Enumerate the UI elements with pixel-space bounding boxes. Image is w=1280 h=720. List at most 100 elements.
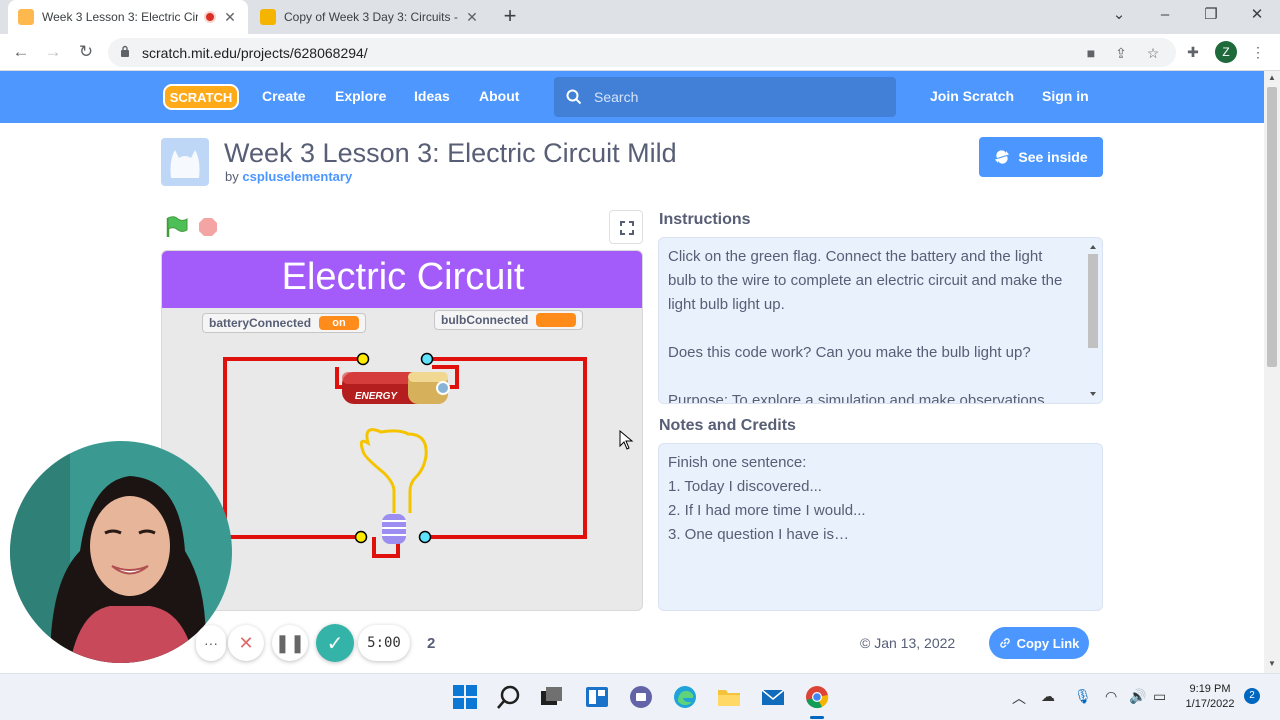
search-icon xyxy=(566,89,582,105)
instructions-heading: Instructions xyxy=(659,211,751,228)
instructions-box[interactable]: Click on the green flag. Connect the bat… xyxy=(658,237,1103,404)
tab-slides-copy[interactable]: Copy of Week 3 Day 3: Circuits - ✕ xyxy=(250,0,490,34)
battery-negative-connector xyxy=(356,352,370,366)
project-title: Week 3 Lesson 3: Electric Circuit Mild xyxy=(224,138,677,168)
project-stage[interactable]: Electric Circuit batteryConnected on bul… xyxy=(161,250,643,611)
url-text: scratch.mit.edu/projects/628068294/ xyxy=(142,45,368,61)
profile-avatar[interactable]: Z xyxy=(1215,41,1237,63)
address-bar[interactable]: scratch.mit.edu/projects/628068294/ ■ ⇪ … xyxy=(108,38,1176,67)
new-tab-button[interactable]: + xyxy=(498,4,522,28)
scratch-logo[interactable]: SCRATCH xyxy=(163,84,239,110)
bulb-right-connector xyxy=(418,530,432,544)
more-dots-icon: ··· xyxy=(204,635,218,651)
tab-title: Week 3 Lesson 3: Electric Circ xyxy=(42,10,198,24)
circuit-drawing: ENERGY xyxy=(223,352,587,558)
link-icon xyxy=(999,638,1010,648)
join-scratch-link[interactable]: Join Scratch xyxy=(930,88,1014,104)
mail-icon[interactable] xyxy=(760,684,786,710)
minimize-button[interactable]: – xyxy=(1142,0,1188,32)
timer-text: 5:00 xyxy=(367,635,401,651)
checkmark-icon: ✓ xyxy=(326,632,344,655)
forward-button[interactable]: → xyxy=(40,39,66,65)
copyright-icon: © xyxy=(860,635,871,651)
green-flag-button[interactable] xyxy=(165,216,189,238)
page-scrollbar[interactable]: ▲ ▼ xyxy=(1264,71,1280,673)
file-explorer-icon[interactable] xyxy=(716,684,742,710)
taskbar-search-icon[interactable] xyxy=(496,684,522,710)
recorder-finish-button[interactable]: ✓ xyxy=(316,624,354,662)
clock-time: 9:19 PM xyxy=(1189,683,1231,695)
scrollbar-thumb[interactable] xyxy=(1267,87,1277,367)
mouse-cursor-icon xyxy=(619,430,634,450)
copy-link-label: Copy Link xyxy=(1016,635,1080,651)
tab-title: Copy of Week 3 Day 3: Circuits - xyxy=(284,10,458,24)
nav-about-link[interactable]: About xyxy=(479,88,519,104)
restore-button[interactable]: ❐ xyxy=(1188,0,1234,32)
task-view-icon[interactable] xyxy=(538,684,564,710)
notes-box: Finish one sentence: 1. Today I discover… xyxy=(658,443,1103,611)
scroll-down-arrow-icon[interactable]: ▼ xyxy=(1264,659,1280,668)
bookmark-star-icon[interactable]: ☆ xyxy=(1144,44,1162,62)
author-link[interactable]: cspluselementary xyxy=(242,169,352,184)
instructions-scrollbar[interactable] xyxy=(1086,240,1100,402)
page-counter: 2 xyxy=(427,635,436,652)
stop-button[interactable] xyxy=(198,217,218,237)
close-window-button[interactable]: ✕ xyxy=(1234,0,1280,32)
back-button[interactable]: ← xyxy=(8,39,34,65)
windows-taskbar: ︿ ☁ 🎙 ◠ 🔊 ▭ 9:19 PM 1/17/2022 2 xyxy=(0,673,1280,720)
edge-browser-icon[interactable] xyxy=(672,684,698,710)
battery-sprite[interactable]: ENERGY xyxy=(342,372,450,404)
reload-button[interactable]: ↻ xyxy=(73,39,99,65)
share-icon[interactable]: ⇪ xyxy=(1112,44,1130,62)
teams-chat-icon[interactable] xyxy=(628,684,654,710)
nav-create-link[interactable]: Create xyxy=(262,88,306,104)
see-inside-label: See inside xyxy=(1018,149,1088,165)
notes-line: 1. Today I discovered... xyxy=(668,478,822,495)
system-clock[interactable]: 9:19 PM 1/17/2022 xyxy=(1180,682,1240,712)
fullscreen-expand-icon xyxy=(620,221,634,235)
search-placeholder: Search xyxy=(594,89,639,105)
tab-scratch-project[interactable]: Week 3 Lesson 3: Electric Circ ✕ xyxy=(8,0,248,34)
battery-label: ENERGY xyxy=(355,391,399,402)
notes-line: 3. One question I have is… xyxy=(668,526,849,543)
by-label: by xyxy=(225,169,239,184)
cloud-sync-icon[interactable]: ☁ xyxy=(1041,688,1055,705)
volume-icon[interactable]: 🔊 xyxy=(1129,688,1146,705)
tab-close-icon[interactable]: ✕ xyxy=(464,9,480,26)
notes-line: Finish one sentence: xyxy=(668,454,807,471)
project-avatar[interactable] xyxy=(161,138,209,186)
chrome-icon[interactable] xyxy=(804,684,830,710)
copy-link-button[interactable]: Copy Link xyxy=(989,627,1089,659)
microphone-icon[interactable]: 🎙 xyxy=(1074,688,1092,705)
browser-menu-icon[interactable]: ⋮ xyxy=(1249,43,1267,61)
recorder-cancel-button[interactable]: ✕ xyxy=(228,625,264,661)
sign-in-link[interactable]: Sign in xyxy=(1042,88,1089,104)
nav-ideas-link[interactable]: Ideas xyxy=(414,88,450,104)
tab-close-icon[interactable]: ✕ xyxy=(222,9,238,26)
scratch-favicon-icon xyxy=(18,9,34,25)
date-text: Jan 13, 2022 xyxy=(874,635,956,651)
extensions-puzzle-icon[interactable]: ✚ xyxy=(1184,43,1202,61)
project-byline: by cspluselementary xyxy=(225,169,352,184)
light-bulb-sprite[interactable] xyxy=(359,428,428,544)
camera-icon[interactable]: ■ xyxy=(1082,44,1100,62)
logo-text: SCRATCH xyxy=(170,90,233,105)
search-input[interactable]: Search xyxy=(554,77,896,117)
cancel-x-icon: ✕ xyxy=(238,632,254,653)
scroll-up-arrow-icon[interactable]: ▲ xyxy=(1264,73,1280,82)
pause-icon: ❚❚ xyxy=(274,632,306,653)
windows-start-icon[interactable] xyxy=(452,684,478,710)
wifi-icon[interactable]: ◠ xyxy=(1105,688,1117,705)
recorder-pause-button[interactable]: ❚❚ xyxy=(272,625,308,661)
tab-search-chevron-icon[interactable]: ⌄ xyxy=(1096,0,1142,32)
recorder-more-button[interactable]: ··· xyxy=(196,625,226,661)
widgets-icon[interactable] xyxy=(584,684,610,710)
nav-explore-link[interactable]: Explore xyxy=(335,88,386,104)
notification-badge[interactable]: 2 xyxy=(1244,688,1260,704)
tray-chevron-up-icon[interactable]: ︿ xyxy=(1012,688,1026,708)
bulb-left-connector xyxy=(354,530,368,544)
fullscreen-button[interactable] xyxy=(609,210,643,244)
battery-charging-icon[interactable]: ▭ xyxy=(1153,688,1166,705)
remix-arrows-icon xyxy=(995,150,1010,164)
see-inside-button[interactable]: See inside xyxy=(979,137,1103,177)
